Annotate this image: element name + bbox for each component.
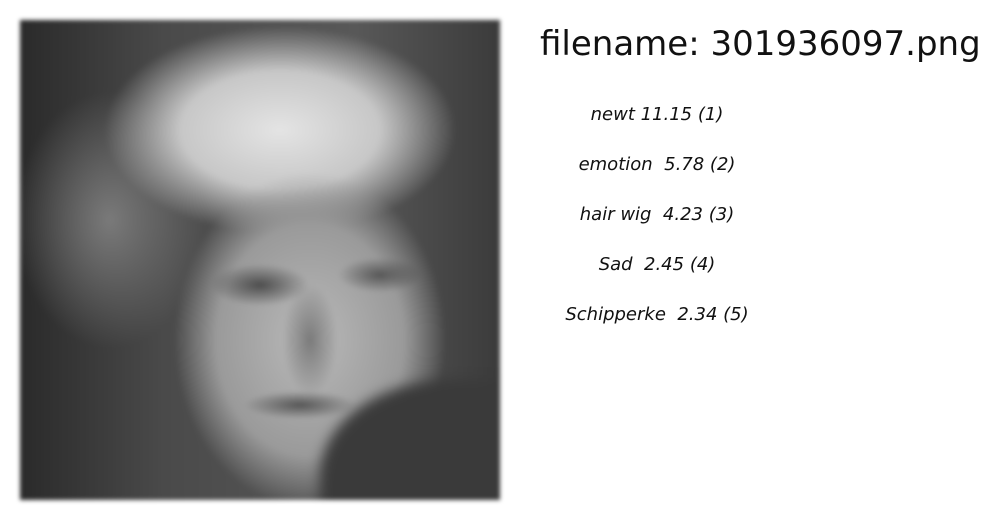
prediction-label: emotion 5.78 (2) [578,154,736,175]
prediction-label: Schipperke 2.34 (5) [565,304,749,325]
prediction-label: Sad 2.45 (4) [598,254,716,275]
prediction-label: hair wig 4.23 (3) [579,204,735,225]
photo-shoulder-shadow [320,380,500,500]
prediction-label: newt 11.15 (1) [590,104,724,125]
prediction-list: newt 11.15 (1) emotion 5.78 (2) hair wig… [557,102,757,352]
filename-title: filename: 301936097.png [540,24,981,64]
portrait-photo [20,20,500,500]
